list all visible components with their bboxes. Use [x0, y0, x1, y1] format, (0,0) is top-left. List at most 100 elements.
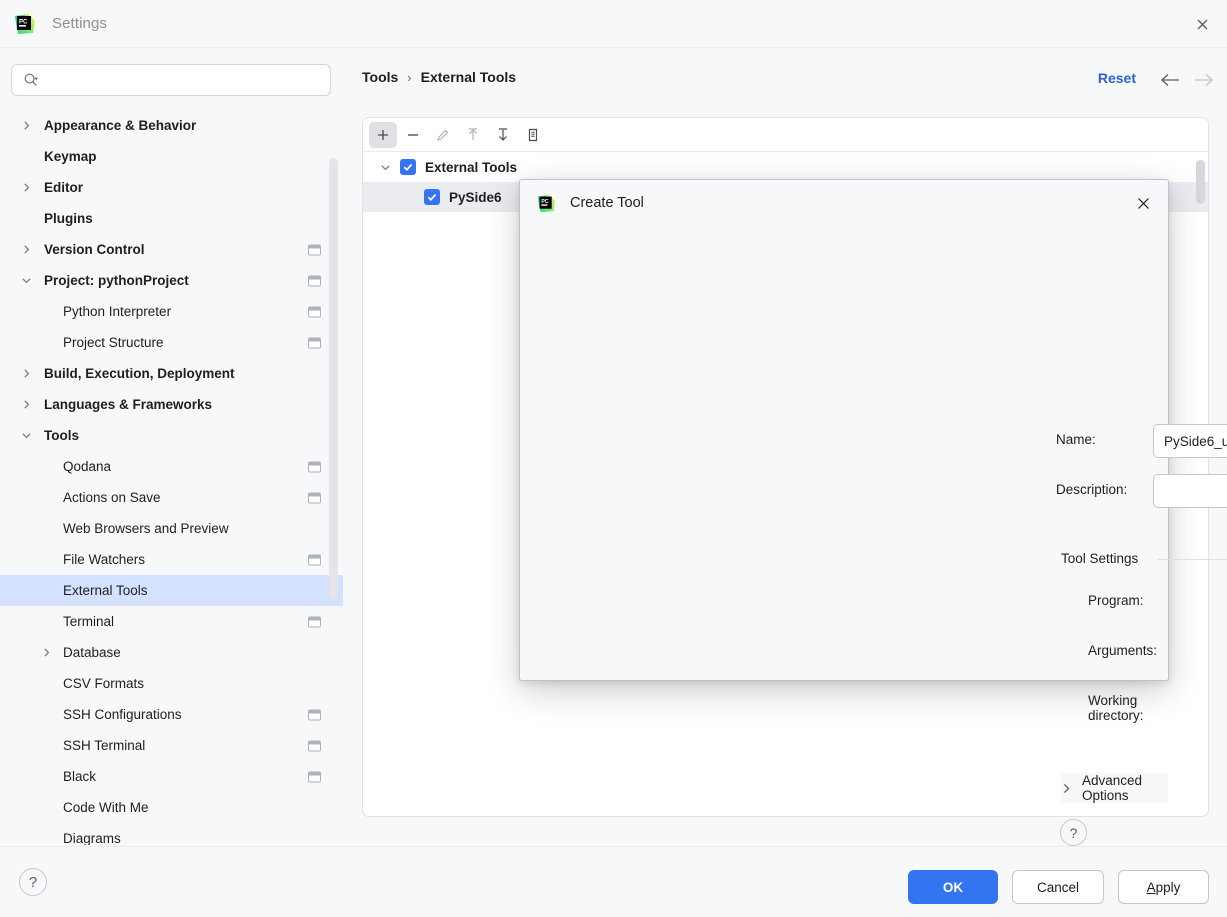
twisty-spacer: [38, 521, 54, 537]
chevron-right-icon[interactable]: [38, 645, 54, 661]
sidebar-item-diagrams[interactable]: Diagrams: [0, 823, 343, 845]
svg-text:PC: PC: [541, 199, 548, 205]
sidebar-item-web-browsers-and-preview[interactable]: Web Browsers and Preview: [0, 513, 343, 544]
sidebar-item-terminal[interactable]: Terminal: [0, 606, 343, 637]
chevron-right-icon[interactable]: [18, 397, 34, 413]
sidebar-item-project-structure[interactable]: Project Structure: [0, 327, 343, 358]
chevron-right-icon[interactable]: [18, 366, 34, 382]
chevron-right-icon[interactable]: [18, 180, 34, 196]
minus-icon: [405, 127, 421, 143]
sidebar-item-label: Project: pythonProject: [44, 273, 189, 288]
nav-back-button[interactable]: [1157, 69, 1183, 91]
sidebar-item-label: Actions on Save: [63, 490, 161, 505]
move-up-button: [459, 122, 487, 148]
create-tool-dialog: PC Create Tool Name: Group: Descr: [519, 179, 1169, 681]
search-box[interactable]: [11, 64, 331, 96]
close-glyph: [1195, 17, 1210, 32]
pycharm-logo-icon: PC: [537, 194, 556, 213]
tool-tree-label: PySide6: [449, 190, 502, 205]
sidebar-item-build-execution-deployment[interactable]: Build, Execution, Deployment: [0, 358, 343, 389]
sidebar-item-plugins[interactable]: Plugins: [0, 203, 343, 234]
copy-tool-button[interactable]: [519, 122, 547, 148]
nav-forward-button[interactable]: [1191, 69, 1217, 91]
close-icon[interactable]: [1187, 9, 1217, 39]
sidebar-item-label: Build, Execution, Deployment: [44, 366, 235, 381]
arguments-label: Arguments:: [1088, 643, 1157, 658]
tool-enabled-checkbox[interactable]: [400, 159, 416, 175]
add-tool-button[interactable]: [369, 122, 397, 148]
description-field[interactable]: [1153, 474, 1227, 508]
sidebar-item-tools[interactable]: Tools: [0, 420, 343, 451]
chevron-down-icon[interactable]: [377, 159, 393, 175]
move-down-button[interactable]: [489, 122, 517, 148]
advanced-options-toggle[interactable]: Advanced Options: [1061, 773, 1168, 803]
sidebar-item-database[interactable]: Database: [0, 637, 343, 668]
search-input[interactable]: [45, 72, 300, 89]
apply-button[interactable]: Apply: [1118, 870, 1209, 904]
sidebar-item-code-with-me[interactable]: Code With Me: [0, 792, 343, 823]
sidebar-item-ssh-terminal[interactable]: SSH Terminal: [0, 730, 343, 761]
remove-tool-button[interactable]: [399, 122, 427, 148]
chevron-right-glyph: [21, 368, 32, 379]
close-icon[interactable]: [1130, 190, 1156, 216]
sidebar-item-actions-on-save[interactable]: Actions on Save: [0, 482, 343, 513]
sidebar-item-csv-formats[interactable]: CSV Formats: [0, 668, 343, 699]
arrow-up-icon: [465, 127, 481, 143]
cancel-button[interactable]: Cancel: [1012, 870, 1104, 904]
apply-mnemonic: A: [1147, 880, 1156, 895]
sidebar-item-ssh-configurations[interactable]: SSH Configurations: [0, 699, 343, 730]
sidebar-item-black[interactable]: Black: [0, 761, 343, 792]
checkmark-icon: [402, 161, 414, 173]
twisty-spacer: [38, 304, 54, 320]
twisty-spacer: [38, 583, 54, 599]
sidebar-item-label: Project Structure: [63, 335, 164, 350]
sidebar-item-label: File Watchers: [63, 552, 145, 567]
chevron-right-glyph: [41, 647, 52, 658]
chevron-down-glyph: [21, 275, 32, 286]
chevron-right-icon[interactable]: [18, 118, 34, 134]
sidebar-item-label: Web Browsers and Preview: [63, 521, 229, 536]
sidebar-item-python-interpreter[interactable]: Python Interpreter: [0, 296, 343, 327]
sidebar-item-file-watchers[interactable]: File Watchers: [0, 544, 343, 575]
sidebar-item-languages-frameworks[interactable]: Languages & Frameworks: [0, 389, 343, 420]
sidebar-item-version-control[interactable]: Version Control: [0, 234, 343, 265]
sidebar-item-editor[interactable]: Editor: [0, 172, 343, 203]
dialog-title-bar: PC Create Tool: [520, 180, 1168, 226]
sidebar-item-label: Languages & Frameworks: [44, 397, 212, 412]
chevron-down-glyph: [21, 430, 32, 441]
svg-text:PC: PC: [19, 19, 28, 25]
name-input[interactable]: [1162, 433, 1227, 450]
chevron-right-icon[interactable]: [18, 242, 34, 258]
sidebar-item-appearance-behavior[interactable]: Appearance & Behavior: [0, 110, 343, 141]
external-tools-scrollbar[interactable]: [1196, 160, 1205, 204]
program-label: Program:: [1088, 593, 1144, 608]
twisty-spacer: [38, 614, 54, 630]
sidebar-item-project-pythonproject[interactable]: Project: pythonProject: [0, 265, 343, 296]
chevron-down-icon[interactable]: [18, 428, 34, 444]
twisty-spacer: [38, 490, 54, 506]
ok-button[interactable]: OK: [908, 870, 998, 904]
chevron-down-icon[interactable]: [18, 273, 34, 289]
sidebar-item-label: Keymap: [44, 149, 97, 164]
plus-icon: [375, 127, 391, 143]
tool-enabled-checkbox[interactable]: [424, 189, 440, 205]
sidebar-item-external-tools[interactable]: External Tools: [0, 575, 343, 606]
question-mark-icon[interactable]: ?: [1060, 819, 1087, 846]
window-title: Settings: [52, 15, 107, 32]
description-input[interactable]: [1162, 483, 1227, 500]
breadcrumb-separator: ›: [407, 70, 411, 85]
sidebar-item-qodana[interactable]: Qodana: [0, 451, 343, 482]
twisty-spacer: [38, 676, 54, 692]
external-tools-toolbar: [363, 118, 1208, 152]
name-field[interactable]: [1153, 424, 1227, 458]
question-mark-icon[interactable]: ?: [19, 868, 47, 896]
settings-category-tree[interactable]: Appearance & Behavior Keymap EditorPlugins…: [0, 110, 343, 845]
sidebar-item-keymap[interactable]: Keymap: [0, 141, 343, 172]
sidebar-item-label: Terminal: [63, 614, 114, 629]
arrow-down-icon: [495, 127, 511, 143]
tool-tree-row[interactable]: External Tools: [363, 152, 1208, 182]
project-scope-badge: [308, 244, 321, 255]
sidebar-scrollbar[interactable]: [329, 158, 338, 599]
breadcrumb-parent[interactable]: Tools: [362, 69, 398, 85]
reset-link[interactable]: Reset: [1098, 70, 1136, 86]
